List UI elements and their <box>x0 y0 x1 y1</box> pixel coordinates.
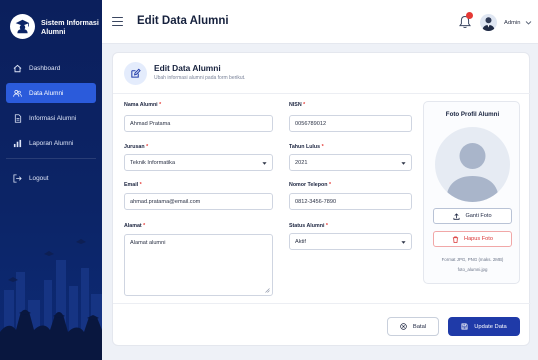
tahun-select[interactable]: 2021 <box>289 154 412 171</box>
users-icon <box>13 89 22 98</box>
resize-handle-icon[interactable] <box>265 288 270 293</box>
home-icon <box>13 64 22 73</box>
edit-form-card: Edit Data Alumni Ubah informasi alumni p… <box>112 52 531 346</box>
brand: Sistem Informasi Alumni <box>10 14 99 39</box>
status-value: Aktif <box>295 238 306 245</box>
chevron-down-icon <box>401 161 406 165</box>
brand-line-2: Alumni <box>41 26 66 36</box>
update-button[interactable]: Update Data <box>448 317 520 336</box>
nisn-input[interactable]: 0056789012 <box>289 115 412 132</box>
sidebar-item-label: Logout <box>29 174 49 182</box>
sidebar-item-label: Laporan Alumni <box>29 139 74 147</box>
sidebar: Sistem Informasi Alumni Dashboard Data A… <box>0 0 102 360</box>
sidebar-item-laporan-alumni[interactable]: Laporan Alumni <box>6 133 96 153</box>
brand-line-1: Sistem Informasi <box>41 17 99 27</box>
change-photo-button[interactable]: Ganti Foto <box>433 208 512 224</box>
footer-divider <box>113 303 531 304</box>
form-subtitle: Ubah informasi alumni pada form berikut. <box>154 75 246 81</box>
sidebar-item-informasi-alumni[interactable]: Informasi Alumni <box>6 108 96 128</box>
tahun-value: 2021 <box>295 159 308 166</box>
logout-icon <box>13 173 22 183</box>
upload-icon <box>453 212 460 220</box>
edit-icon <box>124 62 147 85</box>
chevron-down-icon <box>262 161 267 165</box>
photo-panel: Foto Profil Alumni Ganti Foto Hapus Foto… <box>423 101 520 284</box>
avatar[interactable] <box>480 14 497 31</box>
header-divider <box>113 93 531 94</box>
nisn-label: NISN * <box>289 102 306 108</box>
page-title: Edit Data Alumni <box>137 15 229 27</box>
delete-photo-label: Hapus Foto <box>464 236 493 242</box>
email-label: Email * <box>124 182 142 188</box>
alamat-textarea[interactable]: Alamat alumni <box>124 234 273 296</box>
brand-name: Sistem Informasi Alumni <box>41 18 99 36</box>
photo-title: Foto Profil Alumni <box>445 111 500 118</box>
sidebar-item-label: Dashboard <box>29 64 61 72</box>
tahun-label: Tahun Lulus * <box>289 144 324 150</box>
cancel-button[interactable]: Batal <box>387 317 439 336</box>
update-label: Update Data <box>474 323 507 330</box>
sidebar-item-label: Data Alumni <box>29 89 64 97</box>
alamat-label: Alamat * <box>124 223 146 229</box>
jurusan-label: Jurusan * <box>124 144 149 150</box>
chevron-down-icon <box>401 240 406 244</box>
telepon-input[interactable]: 0812-3456-7890 <box>289 193 412 210</box>
user-name[interactable]: Admin <box>504 20 520 26</box>
save-icon <box>461 323 468 330</box>
nama-label: Nama Alumni * <box>124 102 162 108</box>
chevron-down-icon[interactable] <box>525 19 532 26</box>
sidebar-item-data-alumni[interactable]: Data Alumni <box>6 83 96 103</box>
graduation-cap-logo-icon <box>10 14 35 39</box>
jurusan-select[interactable]: Teknik Informatika <box>124 154 273 171</box>
status-select[interactable]: Aktif <box>289 233 412 250</box>
sidebar-nav: Dashboard Data Alumni Informasi Alumni L… <box>6 58 96 193</box>
topbar: Edit Data Alumni Admin <box>102 0 538 44</box>
alamat-value: Alamat alumni <box>130 240 166 246</box>
nama-input[interactable]: Ahmad Pratama <box>124 115 273 132</box>
change-photo-label: Ganti Foto <box>465 213 492 219</box>
form-title: Edit Data Alumni <box>154 63 221 73</box>
delete-photo-button[interactable]: Hapus Foto <box>433 231 512 247</box>
menu-toggle-icon[interactable] <box>112 17 123 26</box>
graduation-skyline-illustration <box>0 239 102 360</box>
telepon-label: Nomor Telepon * <box>289 182 331 188</box>
trash-icon <box>452 235 459 243</box>
nav-divider <box>6 158 96 159</box>
document-icon <box>13 113 22 123</box>
status-label: Status Alumni * <box>289 223 328 229</box>
notification-badge <box>466 12 473 19</box>
avatar-placeholder <box>435 127 510 202</box>
bar-chart-icon <box>13 139 22 148</box>
jurusan-value: Teknik Informatika <box>130 159 176 166</box>
photo-filename: foto_alumni.jpg <box>457 267 488 272</box>
close-circle-icon <box>400 323 407 330</box>
sidebar-item-logout[interactable]: Logout <box>6 168 96 188</box>
sidebar-item-label: Informasi Alumni <box>29 114 77 122</box>
sidebar-item-dashboard[interactable]: Dashboard <box>6 58 96 78</box>
cancel-label: Batal <box>412 323 427 330</box>
photo-format-note: Format JPG, PNG (maks. 2MB) <box>441 257 504 262</box>
email-field[interactable]: ahmad.pratama@email.com <box>124 193 273 210</box>
